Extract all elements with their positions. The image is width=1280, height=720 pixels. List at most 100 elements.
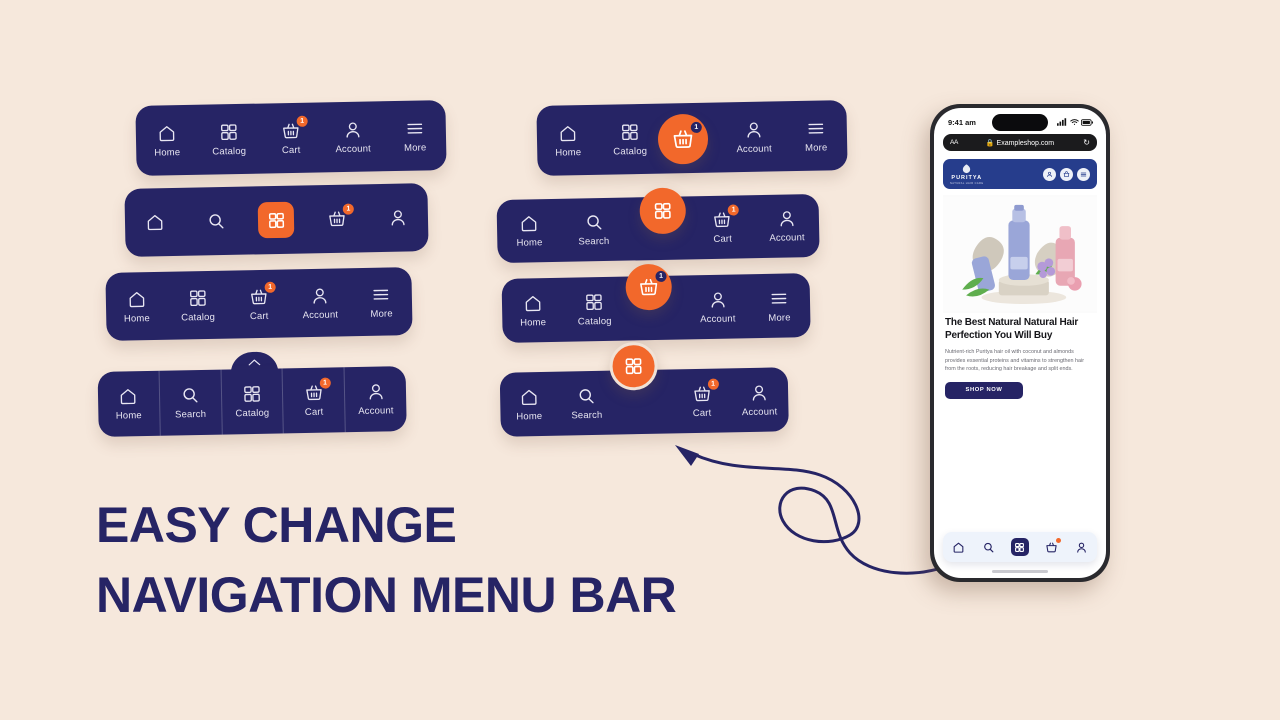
nav-item-cart[interactable]: 1 Cart [672, 368, 731, 433]
more-menu-icon [371, 284, 391, 304]
nav-item-cart[interactable]: 1 Cart [228, 269, 290, 338]
nav-item-account[interactable]: Account [686, 274, 749, 339]
nav-item-label: Catalog [577, 315, 612, 328]
user-icon[interactable] [1043, 167, 1056, 181]
nav-item-catalog[interactable]: Catalog [598, 104, 661, 175]
cart-badge: 1 [264, 281, 276, 293]
nav-item-label: Cart [713, 233, 733, 246]
nav-item-cart[interactable]: 1 Cart [281, 367, 345, 434]
page-title-line2: NAVIGATION MENU BAR [96, 567, 677, 623]
nav-item-home[interactable]: Home [98, 371, 160, 437]
curved-arrow [675, 445, 957, 575]
catalog-grid-icon [653, 201, 673, 221]
cart-icon[interactable] [1060, 167, 1073, 181]
nav-item-cart[interactable]: 1 Cart [690, 195, 756, 259]
nav-item-account[interactable] [367, 183, 429, 252]
nav-item-search[interactable]: Search [158, 369, 222, 436]
nav-item-account[interactable]: Account [289, 268, 351, 337]
nav-item-search[interactable]: Search [557, 371, 616, 436]
nav-item-home[interactable]: Home [500, 372, 559, 437]
navbar-icons-only-2[interactable]: 1 [124, 183, 429, 257]
cart-badge: 1 [296, 115, 308, 127]
nav-item-more[interactable]: More [350, 267, 412, 336]
browser-url-bar[interactable]: AA 🔒 Exampleshop.com ↻ [943, 134, 1097, 151]
nav-item-account[interactable]: Account [321, 101, 384, 172]
navbar-fab-floating-8-wrap: Home Search 1 Cart Account [499, 339, 789, 437]
cart-badge-dot [1056, 538, 1062, 543]
phone-nav-cart[interactable] [1043, 538, 1062, 555]
nav-item-label: Account [741, 406, 778, 418]
basket-icon: 1 [638, 270, 667, 298]
nav-item-catalog[interactable]: Catalog [167, 271, 229, 340]
search-icon [982, 541, 995, 554]
nav-item-home[interactable]: Home [536, 105, 599, 176]
page-title-line1: EASY CHANGE [96, 497, 457, 553]
phone-bottom-nav[interactable] [943, 532, 1097, 562]
nav-item-account[interactable]: Account [730, 367, 789, 432]
nav-item-label: Account [736, 143, 773, 155]
basket-icon: 1 [304, 377, 331, 403]
nav-item-home[interactable]: Home [502, 278, 565, 343]
phone-screen: 9:41 am AA 🔒 Exampleshop.com ↻ PURITYA N… [934, 108, 1106, 578]
basket-icon: 1 [327, 203, 354, 229]
cart-badge: 1 [728, 204, 740, 216]
brand-logo[interactable]: PURITYA NATURAL HAIR CARE [950, 163, 983, 185]
navbar-divided-4[interactable]: Home Search Catalog 1 Cart Account [97, 366, 407, 437]
nav-item-catalog[interactable]: Catalog [563, 277, 626, 342]
phone-nav-search[interactable] [981, 539, 997, 555]
nav-item-catalog-active[interactable] [246, 185, 308, 254]
nav-item-home[interactable]: Home [497, 199, 563, 263]
site-header: PURITYA NATURAL HAIR CARE [943, 159, 1097, 189]
nav-item-label: Home [516, 237, 543, 249]
account-icon [707, 289, 727, 309]
nav-item-label: Cart [692, 407, 712, 419]
cellular-icon [1057, 118, 1067, 126]
nav-item-home[interactable] [124, 188, 186, 257]
navbar-labels-plain-3[interactable]: Home Catalog 1 Cart Account More [105, 267, 413, 341]
nav-item-account[interactable]: Account [722, 101, 785, 172]
search-icon [206, 211, 226, 231]
nav-item-label: Account [335, 143, 372, 155]
nav-item-label: Catalog [235, 407, 270, 420]
brand-tagline: NATURAL HAIR CARE [950, 182, 984, 185]
navbar-divided-4-wrap: Home Search Catalog 1 Cart Account [97, 349, 407, 437]
nav-item-label: Catalog [613, 145, 648, 158]
reload-icon[interactable]: ↻ [1083, 138, 1090, 147]
promo-body: Nutrient-rich Puritya hair oil with coco… [945, 349, 1085, 373]
phone-nav-account[interactable] [1074, 539, 1090, 555]
nav-item-more[interactable]: More [784, 100, 847, 171]
nav-item-label: Home [516, 410, 543, 423]
catalog-grid-icon [620, 122, 640, 142]
nav-item-cart[interactable]: 1 [306, 184, 368, 253]
nav-item-search[interactable] [185, 187, 247, 256]
basket-icon: 1 [692, 378, 719, 403]
shop-now-button[interactable]: SHOP NOW [945, 381, 1023, 399]
nav-item-catalog[interactable]: Catalog [220, 368, 284, 435]
phone-nav-home[interactable] [950, 539, 966, 555]
nav-item-home[interactable]: Home [105, 272, 167, 341]
nav-item-catalog[interactable]: Catalog [197, 104, 260, 175]
navbar-fab-inline-5-wrap: Home Catalog Account More 1 [536, 100, 848, 176]
nav-item-cart[interactable]: 1 Cart [259, 102, 322, 173]
home-icon [126, 289, 146, 309]
search-icon [180, 385, 200, 405]
catalog-grid-icon [187, 288, 207, 308]
nav-item-home[interactable]: Home [135, 105, 198, 176]
url-text: 🔒 Exampleshop.com [985, 139, 1055, 147]
nav-item-search[interactable]: Search [561, 198, 627, 262]
nav-item-more[interactable]: More [748, 273, 811, 338]
status-bar: 9:41 am [934, 108, 1106, 132]
nav-item-label: More [768, 312, 791, 324]
nav-item-label: Account [769, 232, 805, 245]
nav-item-account[interactable]: Account [754, 194, 820, 258]
navbar-labels-plain-1[interactable]: Home Catalog 1 Cart Account More [135, 100, 447, 176]
account-icon [310, 285, 330, 305]
menu-icon[interactable] [1077, 167, 1090, 181]
nav-item-more[interactable]: More [383, 100, 446, 171]
more-menu-icon [405, 118, 425, 138]
nav-item-label: Cart [304, 406, 324, 419]
text-size-button[interactable]: AA [950, 139, 958, 146]
nav-item-account[interactable]: Account [343, 366, 407, 433]
phone-nav-catalog[interactable] [1010, 538, 1029, 556]
cart-badge: 1 [707, 378, 719, 390]
